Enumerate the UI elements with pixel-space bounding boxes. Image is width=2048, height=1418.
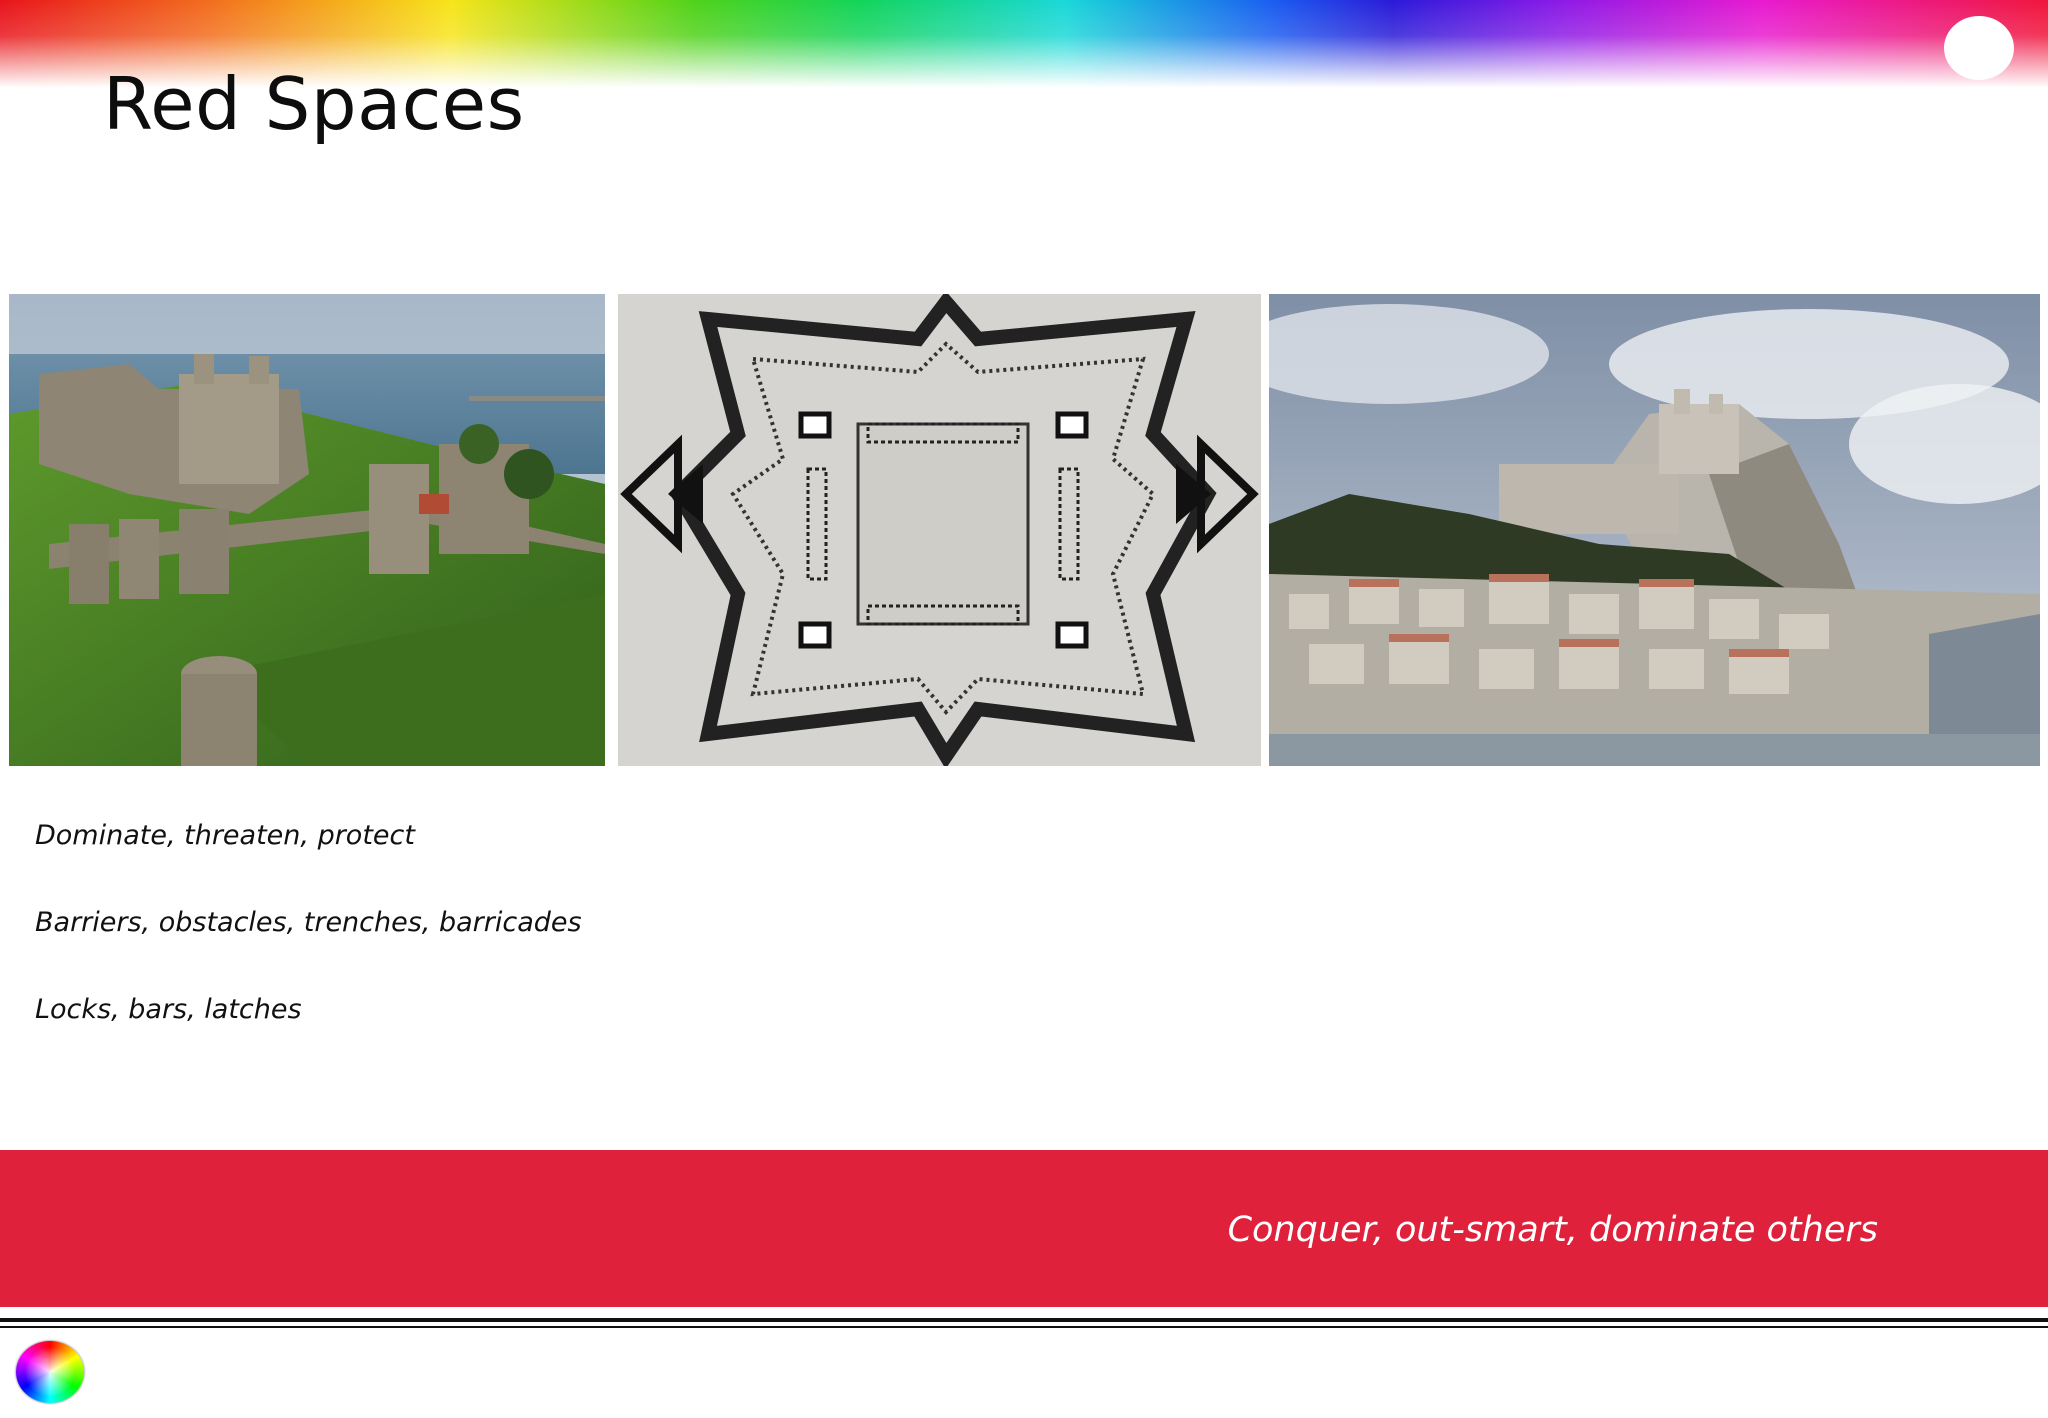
color-wheel-logo xyxy=(16,1341,84,1403)
banner-text: Conquer, out-smart, dominate others xyxy=(1227,1210,1878,1250)
hilltop-citadel-town-photo xyxy=(1269,294,2040,766)
slide-title: Red Spaces xyxy=(103,62,525,146)
star-fort-plan-drawing xyxy=(618,294,1261,766)
bullet-dominate: Dominate, threaten, protect xyxy=(35,820,415,851)
bullet-barriers: Barriers, obstacles, trenches, barricade… xyxy=(35,907,582,938)
red-banner: Conquer, out-smart, dominate others xyxy=(0,1150,2048,1307)
bullet-locks: Locks, bars, latches xyxy=(35,994,302,1025)
footer-rule-thick xyxy=(0,1318,2048,1322)
footer-rule-thin xyxy=(0,1326,2048,1328)
corner-circle-decoration xyxy=(1944,16,2014,80)
castle-on-cliff-photo xyxy=(9,294,605,766)
